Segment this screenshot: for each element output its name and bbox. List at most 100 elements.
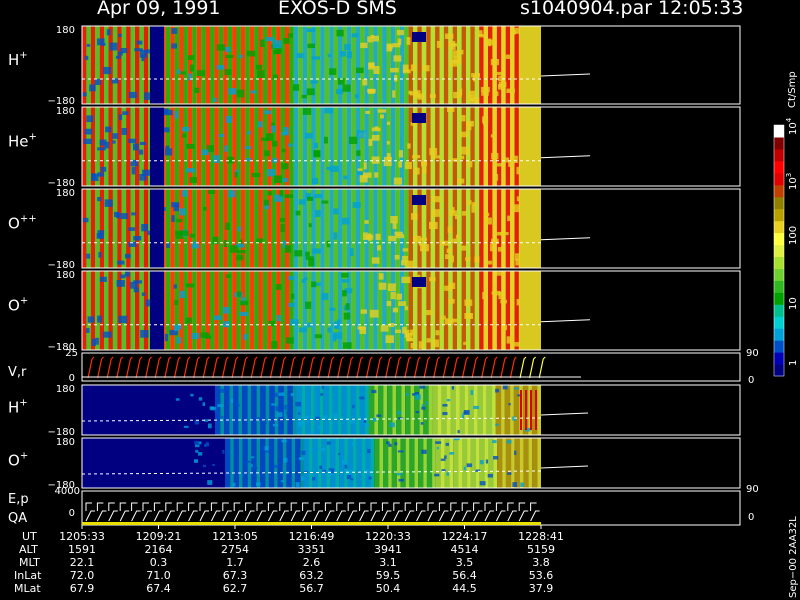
- texture-block: [280, 480, 285, 483]
- stripe: [476, 438, 480, 488]
- texture-block: [432, 196, 441, 203]
- stripe: [239, 438, 243, 488]
- table-cell: 1591: [68, 543, 96, 556]
- texture-block: [271, 341, 278, 349]
- texture-block: [280, 224, 286, 232]
- texture-block: [352, 404, 355, 409]
- texture-block: [190, 393, 194, 397]
- texture-block: [125, 271, 130, 277]
- colorbar-swatch: [774, 184, 784, 198]
- ep-label: E,p: [8, 492, 29, 507]
- texture-block: [413, 235, 421, 243]
- texture-block: [447, 226, 453, 233]
- stripe: [346, 26, 352, 104]
- stripe: [386, 189, 391, 268]
- texture-block: [82, 217, 89, 223]
- texture-block: [463, 411, 468, 414]
- texture-block: [420, 422, 424, 425]
- texture-block: [397, 450, 404, 453]
- reference-line: [540, 73, 591, 77]
- reference-line: [540, 465, 589, 469]
- stripe: [458, 438, 462, 488]
- stripe: [95, 26, 100, 104]
- stripe: [461, 271, 466, 350]
- stripe: [479, 189, 484, 268]
- texture-block: [461, 115, 466, 122]
- axis-top-label: 180: [56, 437, 75, 448]
- stripe: [474, 385, 478, 435]
- stripe: [501, 385, 505, 435]
- panel-frame: [81, 490, 741, 526]
- stripe: [230, 438, 234, 488]
- texture-block: [246, 50, 256, 57]
- texture-block: [333, 232, 338, 240]
- stripe: [324, 107, 330, 186]
- texture-block: [440, 315, 446, 320]
- texture-block: [342, 84, 351, 92]
- species-label: O+: [8, 451, 28, 470]
- stripe: [263, 107, 268, 186]
- texture-block: [189, 177, 197, 183]
- texture-block: [253, 466, 258, 469]
- data-gap: [412, 113, 426, 123]
- stripe: [365, 385, 369, 435]
- stripe: [104, 271, 109, 350]
- stripe: [291, 438, 296, 488]
- texture-block: [393, 55, 402, 62]
- texture-block: [311, 281, 317, 288]
- stripe: [347, 385, 351, 435]
- table-cell: 67.4: [146, 582, 171, 595]
- table-row: MLT 22.1 0.3 1.7 2.6 3.1 3.5 3.8: [0, 556, 800, 569]
- texture-block: [267, 191, 272, 196]
- texture-block: [363, 162, 367, 170]
- stripe: [386, 26, 391, 104]
- texture-block: [506, 88, 515, 93]
- texture-block: [364, 469, 370, 474]
- texture-block: [314, 334, 322, 339]
- table-cell: 67.3: [222, 569, 248, 582]
- texture-block: [308, 223, 312, 228]
- texture-block: [121, 128, 127, 135]
- stripe: [249, 189, 255, 268]
- texture-block: [425, 401, 428, 405]
- vr-panel: V,r 25 0 90 0: [8, 348, 759, 386]
- texture-block: [298, 412, 301, 415]
- stripe: [390, 107, 396, 186]
- stripe: [99, 271, 105, 350]
- texture-block: [447, 107, 455, 112]
- texture-block: [89, 84, 96, 92]
- texture-block: [95, 337, 99, 345]
- texture-block: [236, 89, 244, 98]
- stripe: [355, 26, 360, 104]
- texture-block: [306, 88, 315, 96]
- stripe: [338, 107, 343, 186]
- stripe: [179, 189, 184, 268]
- texture-block: [313, 150, 321, 158]
- stripe: [183, 271, 188, 350]
- stripe: [174, 107, 180, 186]
- vr-label: V,r: [8, 365, 27, 380]
- stripe: [218, 189, 224, 268]
- texture-block: [506, 336, 514, 344]
- stripe: [90, 189, 96, 268]
- texture-block: [294, 250, 303, 257]
- stripe: [370, 438, 375, 488]
- texture-block: [273, 464, 280, 468]
- texture-block: [383, 161, 392, 167]
- texture-block: [341, 217, 350, 225]
- stripe: [502, 438, 506, 488]
- texture-block: [484, 217, 492, 225]
- texture-block: [349, 136, 358, 144]
- texture-block: [173, 203, 179, 212]
- vr-top-label: 25: [65, 348, 78, 359]
- stripe: [174, 189, 180, 268]
- data-gap: [150, 271, 164, 350]
- texture-block: [359, 175, 368, 183]
- stripe: [276, 271, 281, 350]
- texture-block: [128, 227, 136, 231]
- texture-block: [174, 111, 179, 119]
- texture-block: [164, 333, 169, 342]
- colorbar-tick: 10: [788, 297, 799, 310]
- texture-block: [312, 177, 319, 184]
- texture-block: [429, 221, 438, 229]
